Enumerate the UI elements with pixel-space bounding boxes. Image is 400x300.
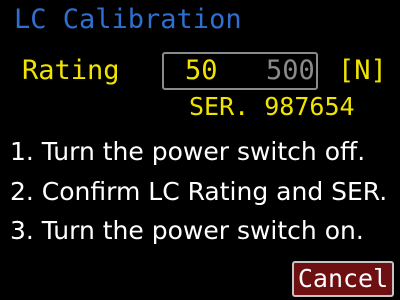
instruction-step-1: 1. Turn the power switch off. xyxy=(10,137,366,166)
calibration-screen: LC Calibration Rating 50 500 [N] SER. 98… xyxy=(0,0,400,300)
cancel-button[interactable]: Cancel xyxy=(292,261,394,297)
rating-unit: [N] xyxy=(338,55,387,86)
instruction-step-3: 3. Turn the power switch on. xyxy=(10,216,364,245)
rating-option-alternate[interactable]: 500 xyxy=(266,55,315,86)
rating-label: Rating xyxy=(22,55,120,86)
page-title: LC Calibration xyxy=(14,4,242,35)
serial-number: SER. 987654 xyxy=(189,92,355,121)
instruction-step-2: 2. Confirm LC Rating and SER. xyxy=(10,177,388,206)
rating-option-selected[interactable]: 50 xyxy=(185,55,218,86)
